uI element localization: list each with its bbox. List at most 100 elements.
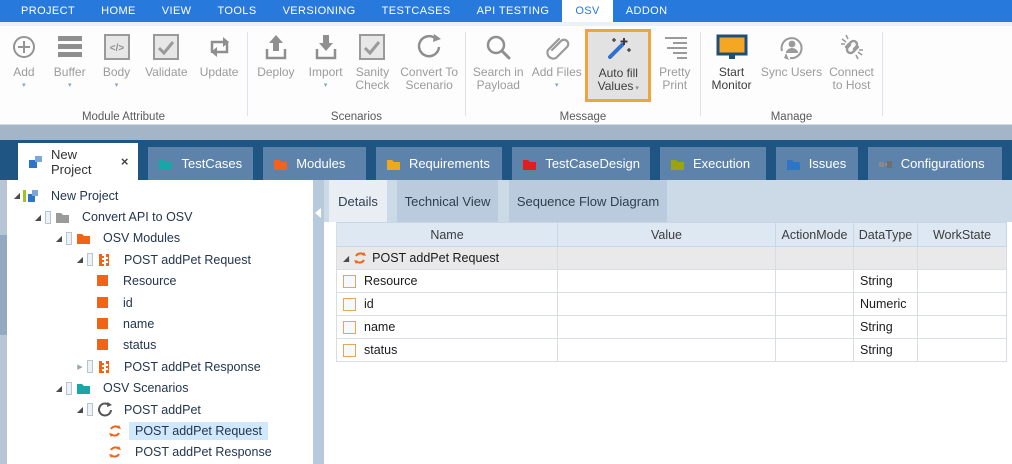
tab-issues[interactable]: Issues xyxy=(776,147,858,180)
menu-project[interactable]: PROJECT xyxy=(8,0,88,22)
tree-item-osv-modules[interactable]: OSV Modules xyxy=(7,228,313,249)
row-checkbox[interactable] xyxy=(343,298,356,311)
body-button[interactable]: </> Body xyxy=(94,29,140,90)
pretty-print-button[interactable]: Pretty Print xyxy=(652,29,698,92)
auto-fill-values-button[interactable]: Auto fill Values xyxy=(585,29,651,102)
row-checkbox[interactable] xyxy=(343,275,356,288)
tree-item-post-addpet-response-scenario[interactable]: POST addPet Response xyxy=(7,442,313,463)
chevron-down-icon[interactable] xyxy=(22,81,26,90)
cell-datatype[interactable]: Numeric xyxy=(854,293,918,316)
grid-row-id[interactable]: id Numeric xyxy=(337,293,1007,316)
cell-value[interactable] xyxy=(558,339,776,362)
left-scroll-strip[interactable] xyxy=(0,180,7,464)
menu-testcases[interactable]: TESTCASES xyxy=(369,0,464,22)
column-header-actionmode[interactable]: ActionMode xyxy=(776,223,854,247)
tab-configurations[interactable]: Configurations xyxy=(868,147,1002,180)
menu-home[interactable]: HOME xyxy=(88,0,149,22)
expand-arrow-icon[interactable] xyxy=(343,254,349,263)
collapse-arrow-icon[interactable] xyxy=(315,208,321,218)
add-files-button[interactable]: Add Files xyxy=(529,29,585,90)
buffer-button[interactable]: Buffer xyxy=(46,29,94,90)
cell-datatype[interactable]: String xyxy=(854,339,918,362)
expand-arrow-icon[interactable] xyxy=(11,191,23,200)
tree-item-convert-api-to-osv[interactable]: Convert API to OSV xyxy=(7,206,313,227)
tab-testcasedesign[interactable]: TestCaseDesign xyxy=(512,147,650,180)
sync-users-button[interactable]: Sync Users xyxy=(761,29,823,79)
tree-item-id[interactable]: id xyxy=(7,292,313,313)
expand-arrow-icon[interactable] xyxy=(74,363,86,371)
search-in-payload-button[interactable]: Search in Payload xyxy=(468,29,528,92)
cell-actionmode[interactable] xyxy=(776,270,854,293)
start-monitor-button[interactable]: Start Monitor xyxy=(704,29,760,92)
cell[interactable] xyxy=(776,247,854,270)
tab-new-project[interactable]: New Project × xyxy=(18,143,138,180)
column-header-workstate[interactable]: WorkState xyxy=(918,223,1007,247)
cell-value[interactable] xyxy=(558,316,776,339)
cell-actionmode[interactable] xyxy=(776,339,854,362)
validate-button[interactable]: Validate xyxy=(139,29,193,79)
tree-item-post-addpet-request-scenario[interactable]: POST addPet Request xyxy=(7,420,313,441)
expand-arrow-icon[interactable] xyxy=(53,234,65,243)
chevron-down-icon[interactable] xyxy=(115,81,119,90)
tree-item-osv-scenarios[interactable]: OSV Scenarios xyxy=(7,378,313,399)
cell-workstate[interactable] xyxy=(918,270,1007,293)
cell-value[interactable] xyxy=(558,293,776,316)
chevron-down-icon[interactable] xyxy=(68,81,72,90)
cell-actionmode[interactable] xyxy=(776,293,854,316)
menu-osv[interactable]: OSV xyxy=(562,0,612,22)
menu-addon[interactable]: ADDON xyxy=(613,0,681,22)
convert-to-scenario-button[interactable]: Convert To Scenario xyxy=(395,29,463,92)
tree-item-resource[interactable]: Resource xyxy=(7,271,313,292)
update-button[interactable]: Update xyxy=(193,29,245,79)
add-button[interactable]: Add xyxy=(2,29,46,90)
deploy-button[interactable]: Deploy xyxy=(250,29,302,79)
expand-arrow-icon[interactable] xyxy=(53,384,65,393)
cell[interactable] xyxy=(854,247,918,270)
chevron-down-icon[interactable] xyxy=(324,81,328,90)
close-icon[interactable]: × xyxy=(121,154,129,169)
tab-details[interactable]: Details xyxy=(329,180,387,222)
tree-item-new-project[interactable]: New Project xyxy=(7,185,313,206)
panel-splitter[interactable] xyxy=(313,180,324,464)
menu-versioning[interactable]: VERSIONING xyxy=(270,0,369,22)
tab-execution[interactable]: Execution xyxy=(660,147,766,180)
menu-tools[interactable]: TOOLS xyxy=(204,0,269,22)
expand-arrow-icon[interactable] xyxy=(74,255,86,264)
tree-item-status[interactable]: status xyxy=(7,335,313,356)
column-header-name[interactable]: Name xyxy=(337,223,558,247)
menu-api-testing[interactable]: API TESTING xyxy=(464,0,563,22)
tree-item-post-addpet-request-module[interactable]: POST addPet Request xyxy=(7,249,313,270)
cell[interactable] xyxy=(918,247,1007,270)
grid-row-name[interactable]: name String xyxy=(337,316,1007,339)
cell-workstate[interactable] xyxy=(918,339,1007,362)
cell-value[interactable] xyxy=(558,270,776,293)
column-header-value[interactable]: Value xyxy=(558,223,776,247)
row-checkbox[interactable] xyxy=(343,344,356,357)
tab-modules[interactable]: Modules xyxy=(263,147,366,180)
cell[interactable] xyxy=(558,247,776,270)
cell-datatype[interactable]: String xyxy=(854,316,918,339)
chevron-down-icon[interactable] xyxy=(555,81,559,90)
tab-requirements[interactable]: Requirements xyxy=(376,147,502,180)
connect-to-host-button[interactable]: Connect to Host xyxy=(824,29,880,92)
cell-workstate[interactable] xyxy=(918,316,1007,339)
tab-technical-view[interactable]: Technical View xyxy=(397,180,498,222)
cell-actionmode[interactable] xyxy=(776,316,854,339)
tab-testcases[interactable]: TestCases xyxy=(148,147,253,180)
grid-row-status[interactable]: status String xyxy=(337,339,1007,362)
tree-item-post-addpet-response-module[interactable]: POST addPet Response xyxy=(7,356,313,377)
tab-sequence-flow-diagram[interactable]: Sequence Flow Diagram xyxy=(509,180,667,222)
expand-arrow-icon[interactable] xyxy=(74,405,86,414)
cell-datatype[interactable]: String xyxy=(854,270,918,293)
grid-row-resource[interactable]: Resource String xyxy=(337,270,1007,293)
menu-view[interactable]: VIEW xyxy=(149,0,205,22)
expand-arrow-icon[interactable] xyxy=(32,213,44,222)
chevron-down-icon[interactable] xyxy=(635,85,639,92)
tree-item-name[interactable]: name xyxy=(7,313,313,334)
sanity-check-button[interactable]: Sanity Check xyxy=(350,29,396,92)
tree-item-post-addpet[interactable]: POST addPet xyxy=(7,399,313,420)
scroll-thumb[interactable] xyxy=(0,235,7,335)
row-checkbox[interactable] xyxy=(343,321,356,334)
import-button[interactable]: Import xyxy=(302,29,350,90)
cell-workstate[interactable] xyxy=(918,293,1007,316)
